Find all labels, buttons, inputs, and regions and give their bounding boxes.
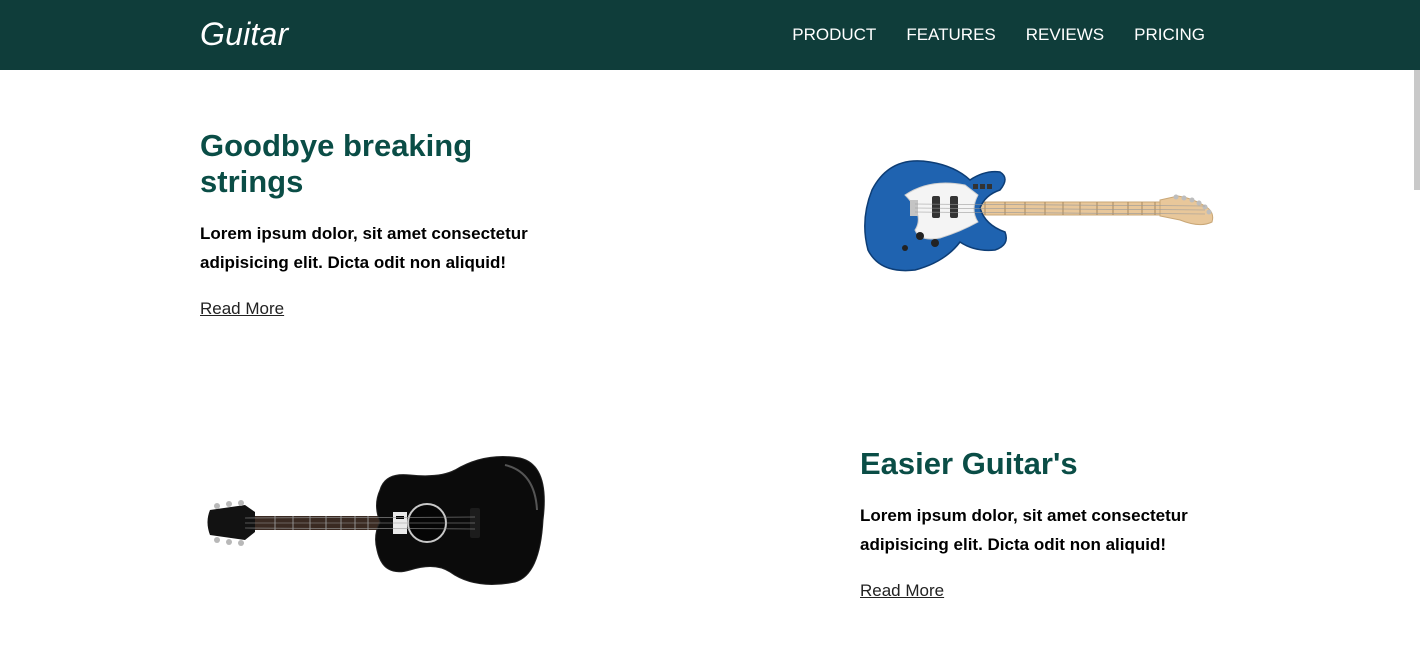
navbar: Guitar PRODUCT FEATURES REVIEWS PRICING [0, 0, 1420, 70]
brand-logo[interactable]: Guitar [200, 16, 288, 53]
nav-links: PRODUCT FEATURES REVIEWS PRICING [792, 25, 1205, 45]
electric-guitar-image [864, 160, 1214, 272]
nav-link-reviews[interactable]: REVIEWS [1026, 25, 1104, 45]
nav-link-features[interactable]: FEATURES [906, 25, 995, 45]
nav-link-product[interactable]: PRODUCT [792, 25, 876, 45]
nav-link-pricing[interactable]: PRICING [1134, 25, 1205, 45]
feature-description: Lorem ipsum dolor, sit amet consectetur … [860, 506, 1188, 554]
feature-title: Easier Guitar's [860, 446, 1078, 481]
feature-title: Goodbye breaking strings [200, 128, 473, 199]
feature-description: Lorem ipsum dolor, sit amet consectetur … [200, 224, 528, 272]
acoustic-guitar-image [207, 456, 545, 585]
read-more-link[interactable]: Read More [200, 299, 284, 319]
read-more-link[interactable]: Read More [860, 581, 944, 601]
